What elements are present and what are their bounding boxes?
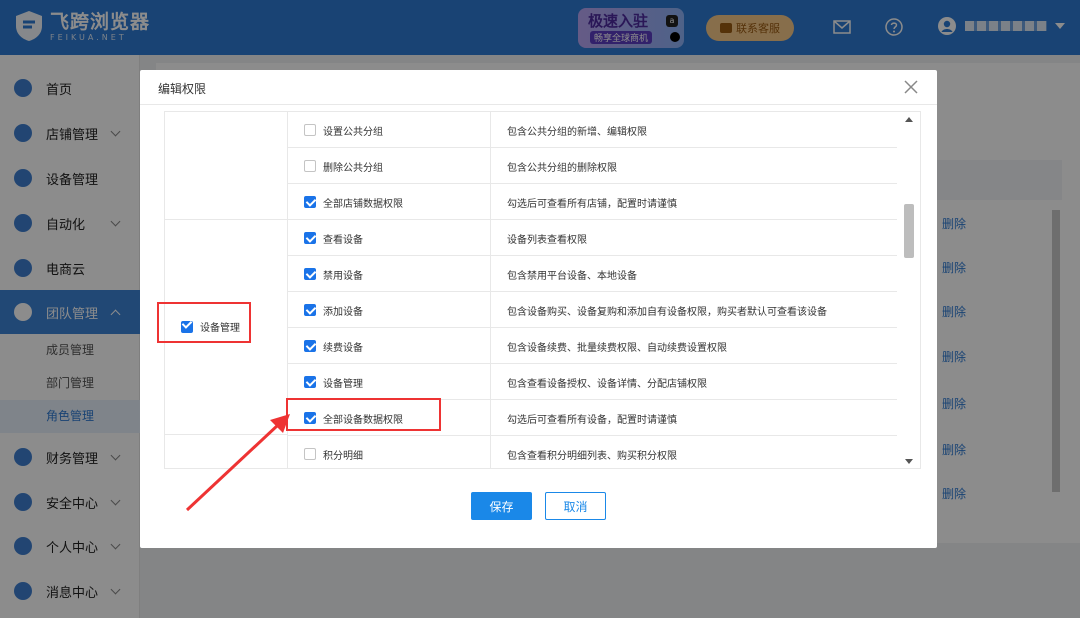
checkbox[interactable]	[304, 124, 316, 136]
permissions-table: 设备管理 设置公共分组 包含公共分组的新增、编辑权限 删除公共分组 包含公共分组…	[164, 111, 921, 469]
permission-desc: 勾选后可查看所有店铺，配置时请谨慎	[507, 199, 677, 210]
highlight-box-permission	[286, 398, 441, 431]
permission-name: 设置公共分组	[323, 127, 383, 138]
category-cell	[165, 435, 287, 468]
permission-row: 设备管理 包含查看设备授权、设备详情、分配店铺权限	[287, 364, 897, 400]
dialog-title: 编辑权限	[158, 82, 207, 96]
permission-row: 续费设备 包含设备续费、批量续费权限、自动续费设置权限	[287, 328, 897, 364]
permission-desc: 包含设备续费、批量续费权限、自动续费设置权限	[507, 343, 727, 354]
permission-row: 禁用设备 包含禁用平台设备、本地设备	[287, 256, 897, 292]
permission-name: 全部店铺数据权限	[323, 199, 403, 210]
divider	[140, 104, 937, 105]
highlight-box-category	[157, 302, 251, 343]
permission-row: 添加设备 包含设备购买、设备复购和添加自有设备权限，购买者默认可查看该设备	[287, 292, 897, 328]
permission-row: 查看设备 设备列表查看权限	[287, 220, 897, 256]
permission-name: 添加设备	[323, 307, 363, 318]
permission-row: 设置公共分组 包含公共分组的新增、编辑权限	[287, 112, 897, 148]
permission-desc: 包含公共分组的删除权限	[507, 163, 617, 174]
cancel-button[interactable]: 取消	[545, 492, 606, 520]
permission-desc: 设备列表查看权限	[507, 235, 587, 246]
dialog-scrollbar[interactable]	[897, 112, 920, 468]
checkbox[interactable]	[304, 376, 316, 388]
permission-row: 积分明细 包含查看积分明细列表、购买积分权限	[287, 436, 897, 468]
divider	[490, 112, 491, 468]
checkbox[interactable]	[304, 160, 316, 172]
permission-desc: 包含设备购买、设备复购和添加自有设备权限，购买者默认可查看该设备	[507, 307, 827, 318]
permission-row: 删除公共分组 包含公共分组的删除权限	[287, 148, 897, 184]
close-icon[interactable]	[904, 80, 918, 94]
edit-permissions-dialog: 编辑权限 设备管理 设置公共分组 包含公共分组的新增、编辑权限 删除公共分组 包…	[140, 70, 937, 548]
checkbox[interactable]	[304, 304, 316, 316]
checkbox[interactable]	[304, 268, 316, 280]
checkbox[interactable]	[304, 232, 316, 244]
scroll-thumb[interactable]	[904, 204, 914, 258]
scroll-up-icon[interactable]	[905, 117, 913, 122]
permission-name: 禁用设备	[323, 271, 363, 282]
checkbox[interactable]	[304, 448, 316, 460]
permission-row: 全部店铺数据权限 勾选后可查看所有店铺，配置时请谨慎	[287, 184, 897, 220]
permission-desc: 包含查看积分明细列表、购买积分权限	[507, 451, 677, 462]
permission-desc: 包含查看设备授权、设备详情、分配店铺权限	[507, 379, 707, 390]
permission-name: 查看设备	[323, 235, 363, 246]
permission-desc: 勾选后可查看所有设备，配置时请谨慎	[507, 415, 677, 426]
category-cell	[165, 112, 287, 220]
checkbox[interactable]	[304, 196, 316, 208]
permission-name: 设备管理	[323, 379, 363, 390]
permission-name: 积分明细	[323, 451, 363, 462]
checkbox[interactable]	[304, 340, 316, 352]
permission-desc: 包含公共分组的新增、编辑权限	[507, 127, 647, 138]
permission-desc: 包含禁用平台设备、本地设备	[507, 271, 637, 282]
scroll-down-icon[interactable]	[905, 459, 913, 464]
save-button[interactable]: 保存	[471, 492, 532, 520]
permission-name: 删除公共分组	[323, 163, 383, 174]
permission-name: 续费设备	[323, 343, 363, 354]
